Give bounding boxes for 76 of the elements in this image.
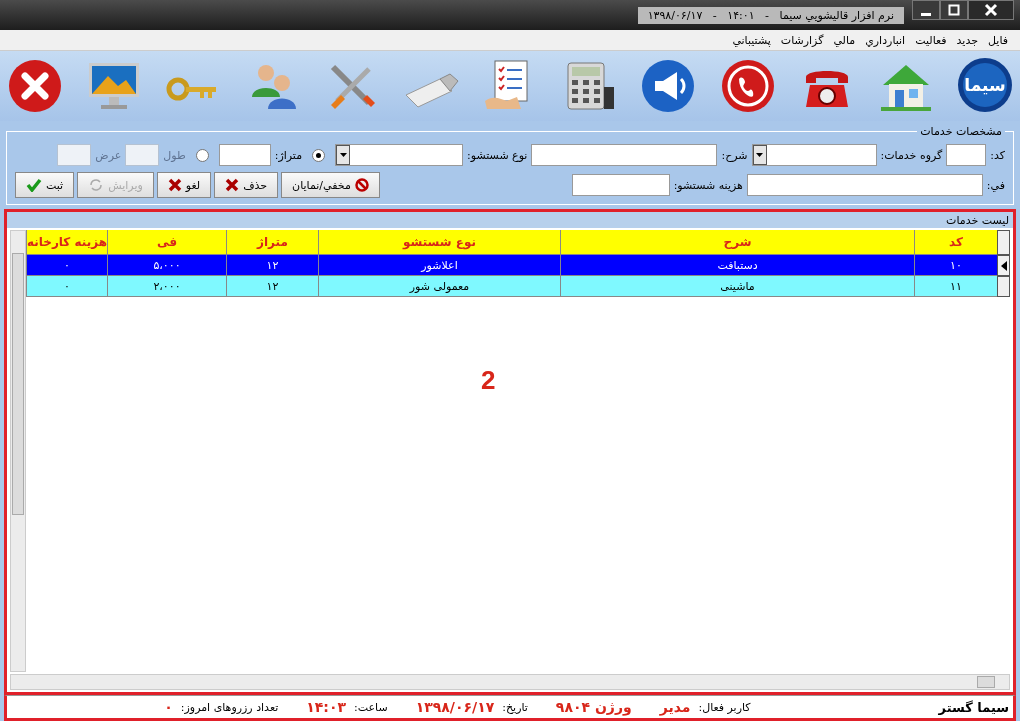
- status-text: مدیر: [659, 699, 691, 715]
- action-button[interactable]: ثبت: [15, 172, 75, 198]
- form-title: مشخصات خدمات: [919, 125, 1003, 138]
- table-row[interactable]: ۱۰ دستبافت اعلاشور ۱۲ ۵،۰۰۰ ۰: [26, 255, 1010, 276]
- field-label: متراژ:: [274, 148, 303, 162]
- menu-item[interactable]: مالي: [833, 33, 856, 47]
- table-cell: ماشینی: [560, 276, 914, 297]
- action-button[interactable]: لغو: [156, 172, 212, 198]
- field-label: نوع شستشو:: [467, 148, 528, 162]
- dropdown-field[interactable]: [335, 144, 464, 166]
- column-header[interactable]: متراژ: [226, 230, 318, 255]
- row-pointer-icon: [1000, 260, 1007, 271]
- refresh-icon: [88, 178, 105, 192]
- status-text: تاریخ:: [502, 700, 528, 714]
- column-header[interactable]: کد: [914, 230, 997, 255]
- table-cell: ۰: [26, 276, 107, 297]
- column-header[interactable]: هزینه کارخانه: [26, 230, 107, 255]
- menu-item[interactable]: فایل: [988, 33, 1008, 47]
- field-label: طول: [163, 148, 186, 162]
- close-button[interactable]: [968, 0, 1014, 20]
- radio-button[interactable]: [312, 148, 326, 162]
- status-text: ۰: [164, 699, 173, 715]
- field-label: في:: [986, 178, 1005, 192]
- horizontal-scrollbar[interactable]: [10, 674, 1010, 690]
- action-button[interactable]: حذف: [214, 172, 279, 198]
- window-title: نرم افزار قاليشويي سيما - ۱۴:۰۱ - ۱۳۹۸/۰۶/۱۷: [637, 6, 904, 24]
- row-indicator[interactable]: [997, 255, 1010, 276]
- status-text: تعداد رزروهای امروز:: [180, 700, 279, 714]
- field-label: عرض: [95, 148, 122, 162]
- input-field[interactable]: [571, 174, 670, 196]
- menu-item[interactable]: گزارشات: [780, 33, 824, 47]
- table-cell: ۱۲: [226, 276, 318, 297]
- status-text: کاربر فعال:: [698, 700, 751, 714]
- table-cell: معمولی شور: [318, 276, 560, 297]
- table-cell: ۱۱: [914, 276, 997, 297]
- input-field[interactable]: [946, 144, 987, 166]
- field-label: شرح:: [721, 148, 748, 162]
- dropdown-field[interactable]: [751, 144, 877, 166]
- field-label: گروه خدمات:: [880, 148, 943, 162]
- column-header[interactable]: شرح: [560, 230, 914, 255]
- vertical-scrollbar[interactable]: [10, 230, 26, 672]
- column-header[interactable]: فی: [107, 230, 226, 255]
- column-header[interactable]: نوع شستشو: [318, 230, 560, 255]
- caret-icon: [339, 153, 347, 157]
- menu-item[interactable]: انبارداري: [865, 33, 906, 47]
- menu-item[interactable]: فعالیت: [915, 33, 947, 47]
- status-text: ساعت:: [354, 700, 388, 714]
- row-indicator[interactable]: [997, 276, 1010, 297]
- maximize-button[interactable]: [940, 0, 968, 20]
- menu-item[interactable]: جدید: [956, 33, 978, 47]
- action-button[interactable]: مخفي/نمایان: [281, 172, 380, 198]
- cross-icon: [167, 178, 182, 192]
- menu-item[interactable]: پشتيباني: [732, 33, 771, 47]
- no-entry-icon: [354, 178, 369, 192]
- input-field[interactable]: [218, 144, 271, 166]
- status-text: ۱۴:۰۳: [306, 699, 347, 715]
- minimize-icon: [921, 12, 931, 16]
- caret-icon: [756, 153, 763, 157]
- input-field[interactable]: [531, 144, 718, 166]
- checkmark-icon: [26, 178, 42, 192]
- minimize-button[interactable]: [912, 0, 940, 20]
- input-field[interactable]: [746, 174, 983, 196]
- cross-icon: [225, 178, 240, 192]
- maximize-icon: [948, 4, 960, 16]
- status-text: ۱۳۹۸/۰۶/۱۷: [415, 699, 495, 715]
- field-label: هزینه شستشو:: [673, 178, 743, 192]
- list-title: لیست خدمات: [946, 213, 1009, 227]
- field-label: کد:: [990, 148, 1005, 162]
- close-icon: [984, 3, 998, 17]
- annotation-number: 2: [481, 365, 496, 396]
- table-cell: ۲،۰۰۰: [107, 276, 226, 297]
- table-row[interactable]: ۱۱ ماشینی معمولی شور ۱۲ ۲،۰۰۰ ۰: [26, 276, 1010, 297]
- status-text: ورژن ۹۸۰۴: [555, 699, 632, 715]
- row-indicator: [997, 230, 1010, 255]
- status-text: سیما گستر: [938, 699, 1009, 715]
- radio-button[interactable]: [195, 148, 209, 162]
